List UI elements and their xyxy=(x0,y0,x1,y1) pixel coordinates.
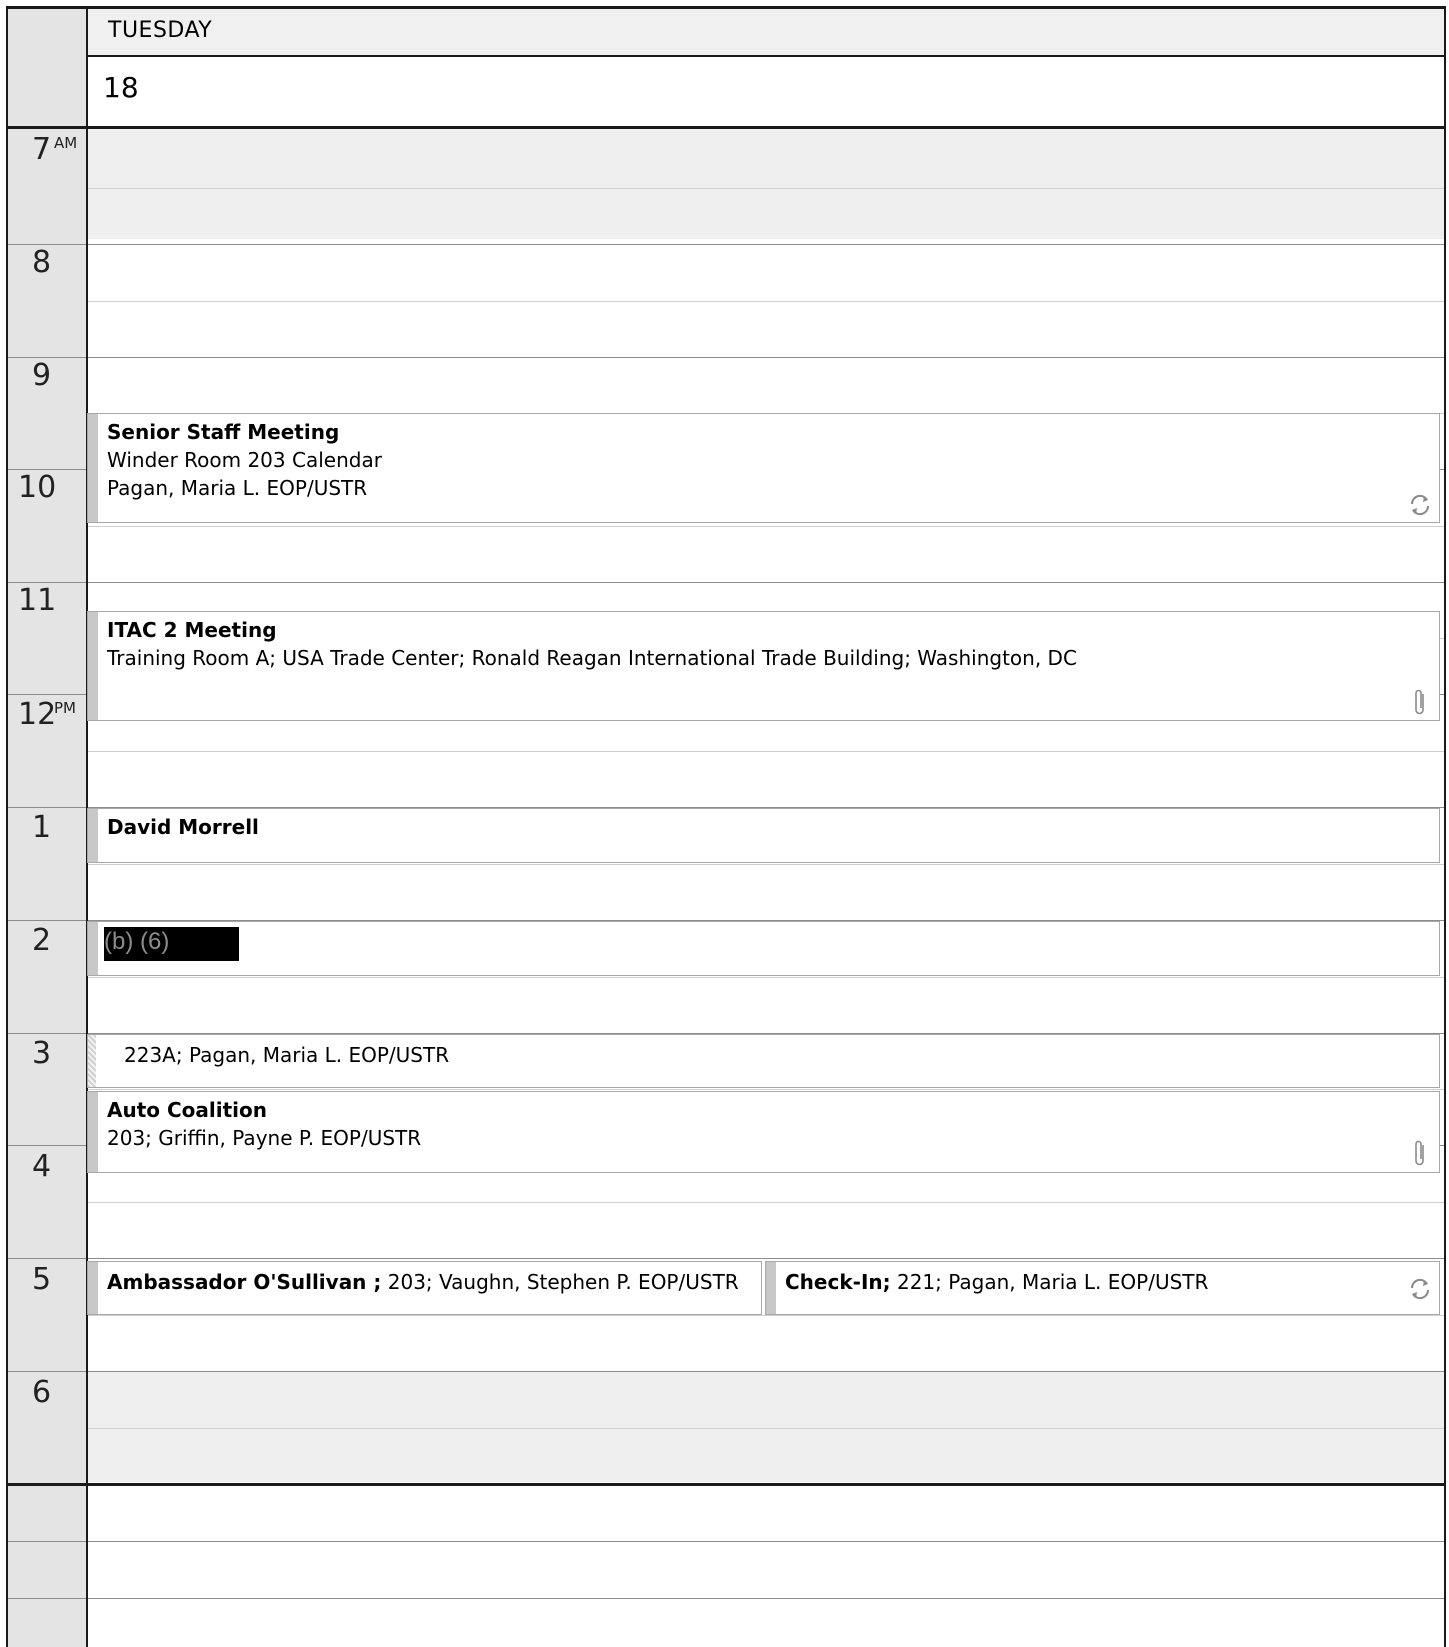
hour-line xyxy=(8,582,1444,583)
event-color-bar xyxy=(88,414,98,522)
grid-line xyxy=(8,1598,1444,1599)
event-title: Auto Coalition xyxy=(107,1098,267,1122)
event-location: Training Room A; USA Trade Center; Ronal… xyxy=(107,646,1077,670)
attachment-icon xyxy=(1415,689,1424,715)
header-divider xyxy=(88,55,1444,57)
day-name: TUESDAY xyxy=(108,18,213,43)
day-number: 18 xyxy=(103,71,139,104)
event-david-morrell[interactable]: David Morrell xyxy=(87,808,1440,863)
grid-line xyxy=(88,301,1444,302)
grid-line xyxy=(8,1541,1444,1542)
off-hours-6pm xyxy=(88,1372,1444,1482)
event-details: 203; Vaughn, Stephen P. EOP/USTR xyxy=(381,1270,739,1294)
event-color-bar xyxy=(88,1092,98,1172)
hour-label-4: 4 xyxy=(32,1149,52,1184)
event-color-bar xyxy=(766,1262,776,1314)
event-details: 203; Griffin, Payne P. EOP/USTR xyxy=(107,1126,422,1150)
grid-line xyxy=(88,1202,1444,1203)
event-ambassador-osullivan[interactable]: Ambassador O'Sullivan ; 203; Vaughn, Ste… xyxy=(87,1261,762,1315)
hour-label-1: 1 xyxy=(32,810,52,845)
hour-label-2: 2 xyxy=(32,923,52,958)
grid-line xyxy=(88,977,1444,978)
hour-line xyxy=(8,1258,1444,1259)
event-color-bar xyxy=(88,1262,98,1314)
hour-label-8: 8 xyxy=(32,245,52,280)
hour-label-12: 12 xyxy=(18,697,57,732)
redaction-box: (b) (6) xyxy=(104,927,239,961)
event-summary: Ambassador O'Sullivan ; 203; Vaughn, Ste… xyxy=(107,1270,739,1294)
event-color-bar xyxy=(88,612,98,720)
hour-line xyxy=(8,357,1444,358)
hour-suffix-am: AM xyxy=(54,134,78,152)
grid-line xyxy=(88,526,1444,527)
event-details: 221; Pagan, Maria L. EOP/USTR xyxy=(890,1270,1209,1294)
grid-line xyxy=(88,1315,1444,1316)
hour-line xyxy=(8,1371,1444,1372)
hour-label-11: 11 xyxy=(18,583,57,618)
day-end-border xyxy=(6,1483,1446,1486)
hour-suffix-pm: PM xyxy=(54,699,76,717)
event-location: Winder Room 203 Calendar xyxy=(107,448,382,472)
event-title: Senior Staff Meeting xyxy=(107,420,340,444)
hour-label-6: 6 xyxy=(32,1375,52,1410)
event-senior-staff-meeting[interactable]: Senior Staff Meeting Winder Room 203 Cal… xyxy=(87,413,1440,523)
event-223a[interactable]: 223A; Pagan, Maria L. EOP/USTR xyxy=(87,1034,1440,1088)
event-summary: Check-In; 221; Pagan, Maria L. EOP/USTR xyxy=(785,1270,1208,1294)
grid-line xyxy=(88,1428,1444,1429)
grid-line xyxy=(88,751,1444,752)
hour-label-9: 9 xyxy=(32,358,52,393)
grid-line xyxy=(88,1089,1444,1090)
event-title: Ambassador O'Sullivan ; xyxy=(107,1270,382,1294)
event-check-in[interactable]: Check-In; 221; Pagan, Maria L. EOP/USTR xyxy=(765,1261,1440,1315)
event-color-bar xyxy=(88,809,98,862)
grid-line xyxy=(88,188,1444,189)
hour-label-7: 7 xyxy=(32,132,52,167)
event-title: David Morrell xyxy=(107,815,259,839)
event-title: Check-In; xyxy=(785,1270,891,1294)
day-header xyxy=(88,9,1444,56)
event-color-bar xyxy=(88,922,98,975)
hour-label-5: 5 xyxy=(32,1262,52,1297)
grid-line xyxy=(88,864,1444,865)
attachment-icon xyxy=(1415,1140,1424,1166)
hour-label-10: 10 xyxy=(18,470,57,505)
hour-line xyxy=(8,244,1444,245)
event-itac-2-meeting[interactable]: ITAC 2 Meeting Training Room A; USA Trad… xyxy=(87,611,1440,721)
event-title: ITAC 2 Meeting xyxy=(107,618,277,642)
event-organizer: Pagan, Maria L. EOP/USTR xyxy=(107,476,368,500)
hour-label-3: 3 xyxy=(32,1036,52,1071)
off-hours-7am xyxy=(88,129,1444,239)
event-redacted[interactable]: (b) (6) xyxy=(87,921,1440,976)
recurring-icon xyxy=(1410,494,1430,516)
event-auto-coalition[interactable]: Auto Coalition 203; Griffin, Payne P. EO… xyxy=(87,1091,1440,1173)
event-details: 223A; Pagan, Maria L. EOP/USTR xyxy=(124,1043,450,1067)
event-color-bar xyxy=(88,1035,96,1087)
recurring-icon xyxy=(1410,1278,1430,1300)
